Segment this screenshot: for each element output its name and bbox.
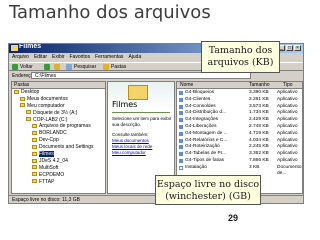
page-number: 29 [228,213,239,223]
free-space-callout: Espaço livre no disco (winchester) (GB) [155,175,261,205]
menubar: Arquivo Editar Exibir Favoritos Ferramen… [12,54,141,61]
link-meus-locais-de-rede[interactable]: Meus locais de rede [112,144,152,149]
tree-item-meu-computador[interactable]: Meu computador [12,103,105,110]
drive-icon [26,117,31,122]
tree-item-borlandc[interactable]: BORLANDC [12,130,105,137]
folder-icon [32,179,37,184]
folder-icon [32,131,37,136]
divider [112,112,170,113]
table-row[interactable]: G4-Integrações 2.429 KB Aplicativo [177,117,302,124]
tree-item-documents-and-settings[interactable]: Documents and Settings [12,144,105,151]
column-name[interactable]: Nome [180,82,193,88]
close-button[interactable]: × [294,45,301,51]
folder-tree-header: Pastas [12,82,105,89]
up-folder-icon[interactable] [54,64,60,70]
file-size-callout: Tamanho dos arquivos (KB) [201,41,280,73]
folder-icon [32,124,37,129]
link-meu-computador[interactable]: Meu computador [112,150,146,155]
app-icon [179,138,183,143]
tree-item-ecpdemo[interactable]: ECPDEMO [12,172,105,179]
app-icon [179,131,183,136]
folder-icon [32,151,37,156]
folders-button[interactable]: Pastas [111,64,126,70]
back-arrow-icon[interactable] [12,64,18,70]
large-folder-icon [128,85,148,100]
address-field[interactable]: C:\Filmes [31,72,251,79]
back-button[interactable]: Voltar [20,64,33,70]
see-also-label: Consulte também: [112,132,149,137]
tree-item-jdes[interactable]: JDeS 4.2_04 [12,158,105,165]
folder-name: Filmes [112,100,138,109]
app-icon [179,145,183,150]
search-button[interactable]: Pesquisar [74,64,96,70]
folder-icon [11,45,18,51]
table-row[interactable]: G4-Tipos de fatias 7.866 KB Aplicativo [177,158,302,165]
file-list-header: Nome Tamanho Tipo [177,82,302,89]
menu-favoritos[interactable]: Favoritos [70,54,91,61]
tree-item-multisoft[interactable]: MultiSoft [12,165,105,172]
floppy-icon [26,110,31,115]
table-row[interactable]: G4-Montagem de ... 4.719 KB Aplicativo [177,131,302,138]
tree-item-dev-cpp[interactable]: Dev-Cpp [12,137,105,144]
desktop-icon [14,89,19,94]
folder-description: Selecione um item para exibir sua descri… [112,116,172,127]
menu-arquivo[interactable]: Arquivo [12,54,29,61]
app-icon [179,159,183,163]
menu-editar[interactable]: Editar [34,54,47,61]
table-row[interactable]: G4-Bloqueios 3.390 KB Aplicativo [177,90,302,97]
app-icon [179,152,183,157]
link-meus-documentos[interactable]: Meus documentos [112,138,149,143]
forward-arrow-icon[interactable] [44,64,50,70]
window-title: Filmes [19,43,42,50]
app-icon [179,118,183,123]
tree-item-desktop[interactable]: Desktop [12,89,105,96]
tree-item-arquivos-de-programas[interactable]: Arquivos de programas [12,123,105,130]
folder-icon [32,172,37,177]
folder-icon [32,165,37,170]
menu-ajuda[interactable]: Ajuda [128,54,141,61]
folder-icon [32,144,37,149]
table-row[interactable]: G4-Tabelas de Pr... 3.362 KB Aplicativo [177,151,302,158]
folder-icon [32,137,37,142]
app-icon [179,125,183,129]
search-icon[interactable] [66,64,72,70]
address-bar: Endereço C:\Filmes [9,72,303,80]
menu-exibir[interactable]: Exibir [52,54,65,61]
app-icon [179,97,183,102]
slide-title: Tamanho dos arquivos [9,2,211,23]
table-row[interactable]: G4-Clientes 2.261 KB Aplicativo [177,97,302,104]
tree-item-filmes[interactable]: Filmes [12,151,105,158]
maximize-button[interactable]: □ [286,45,293,51]
menu-ferramentas[interactable]: Ferramentas [95,54,123,61]
tree-item-meus-documentos[interactable]: Meus documentos [12,96,105,103]
tree-item-disquete[interactable]: Disquete de 3½ (A:) [12,110,105,117]
column-size[interactable]: Tamanho [249,82,270,88]
tree-item-fttap[interactable]: FTTAP [12,179,105,186]
folder-icon [20,96,25,101]
app-icon [179,111,183,116]
app-icon [179,91,183,95]
free-space-status: Espaço livre no disco: 11,3 GB [12,197,80,203]
table-row[interactable]: G4-Liberações 2.748 KB Aplicativo [177,124,302,131]
tree-item-drive-c[interactable]: COP-LAB2 (C:) [12,117,105,124]
app-icon [179,104,183,109]
folders-icon[interactable] [103,64,109,70]
document-icon [179,165,183,170]
computer-icon [20,103,25,108]
column-type[interactable]: Tipo [283,82,293,88]
folder-icon [32,158,37,163]
table-row[interactable]: Instalação 3 KB Documento de... [177,165,302,176]
folder-tree: Pastas Desktop Meus documentos Meu compu… [11,81,106,194]
